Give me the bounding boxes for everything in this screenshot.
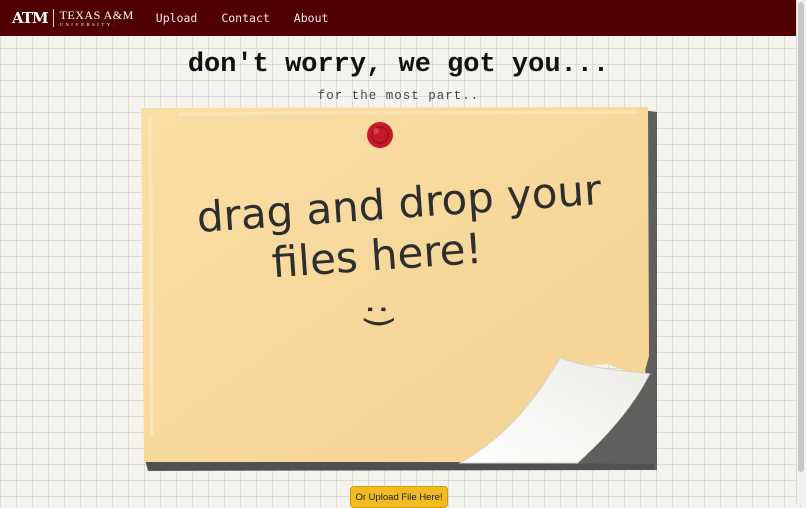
dropzone-smiley: :) [359,304,399,329]
logo-text: TEXAS A&M UNIVERSITY. [60,9,134,28]
nav-link-upload[interactable]: Upload [156,11,198,25]
paper-highlight-top [177,110,639,116]
pin-icon [367,122,393,148]
page-subheadline: for the most part.. [317,89,480,103]
university-logo[interactable]: ATM TEXAS A&M UNIVERSITY. [12,9,134,28]
nav-link-contact[interactable]: Contact [221,11,269,25]
page-scrollbar[interactable] [796,0,806,504]
logo-divider [52,9,54,27]
upload-file-button[interactable]: Or Upload File Here! [350,486,448,508]
sticky-note-illustration: drag and drop your files here! :) [141,107,657,471]
nav-link-about[interactable]: About [294,11,329,25]
top-navbar: ATM TEXAS A&M UNIVERSITY. Upload Contact… [0,0,797,36]
scrollbar-thumb[interactable] [798,2,804,472]
nav-links: Upload Contact About [156,11,353,25]
logo-university-subtitle: UNIVERSITY. [59,21,116,27]
paper-highlight [148,115,154,437]
logo-university-name: TEXAS A&M [59,7,134,22]
atm-logo-mark: ATM [12,8,49,27]
pin-highlight [373,128,379,134]
page-headline: don't worry, we got you... [187,50,610,80]
file-dropzone[interactable]: drag and drop your files here! :) [138,106,660,474]
